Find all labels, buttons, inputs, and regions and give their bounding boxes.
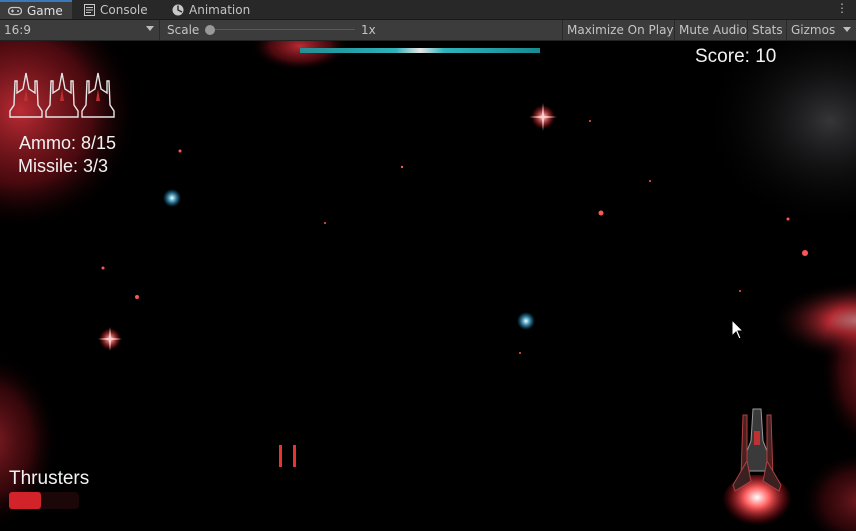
- life-ship-icon: [9, 72, 43, 118]
- player-ship: [722, 408, 792, 531]
- tab-animation[interactable]: Animation: [164, 0, 262, 19]
- chevron-down-icon: [146, 26, 154, 31]
- life-ship-icon: [81, 72, 115, 118]
- mute-audio-label: Mute Audio: [679, 23, 747, 37]
- console-icon: [84, 3, 95, 16]
- thruster-bar: [9, 492, 79, 509]
- mute-audio-toggle[interactable]: Mute Audio: [674, 20, 747, 40]
- mouse-cursor-icon: [731, 319, 745, 340]
- scale-slider-track[interactable]: [210, 29, 355, 30]
- tab-game[interactable]: Game: [0, 0, 72, 19]
- boss-health-bar: [300, 48, 540, 53]
- stars: [101, 120, 808, 354]
- tab-animation-label: Animation: [189, 2, 251, 17]
- gamepad-icon: [8, 6, 22, 16]
- missile-text: Missile: 3/3: [18, 156, 109, 176]
- kebab-menu-icon[interactable]: ⋮: [836, 1, 848, 15]
- space-background: [0, 41, 856, 531]
- thrusters-label: Thrusters: [9, 468, 90, 489]
- scale-value: 1x: [361, 23, 376, 37]
- ammo-text: Ammo: 8/15: [19, 133, 117, 153]
- score-text: Score: 10: [695, 46, 777, 67]
- aspect-ratio-value: 16:9: [4, 23, 31, 37]
- scale-label: Scale: [167, 23, 200, 37]
- gizmos-label: Gizmos: [791, 23, 836, 37]
- editor-tab-bar: Game Console Animation ⋮: [0, 0, 856, 20]
- stats-label: Stats: [752, 23, 783, 37]
- chevron-down-icon: [843, 27, 851, 32]
- life-ship-icon: [45, 72, 79, 118]
- aspect-ratio-dropdown[interactable]: 16:9: [0, 20, 160, 40]
- game-toolbar: 16:9 Scale 1x Maximize On Play Mute Audi…: [0, 20, 856, 41]
- animation-icon: [172, 4, 184, 16]
- lives-indicator: [8, 71, 116, 119]
- gizmos-dropdown[interactable]: Gizmos: [786, 20, 856, 40]
- game-view[interactable]: Score: 10 Ammo: 8/15 Missile: 3/3 Thrust…: [0, 41, 856, 531]
- tab-console-label: Console: [100, 2, 148, 17]
- tab-console[interactable]: Console: [76, 0, 162, 19]
- tab-game-label: Game: [27, 3, 63, 18]
- maximize-on-play-toggle[interactable]: Maximize On Play: [562, 20, 674, 40]
- thruster-bar-fill: [9, 492, 41, 509]
- stats-toggle[interactable]: Stats: [747, 20, 785, 40]
- scale-slider-handle[interactable]: [205, 25, 215, 35]
- maximize-on-play-label: Maximize On Play: [567, 23, 674, 37]
